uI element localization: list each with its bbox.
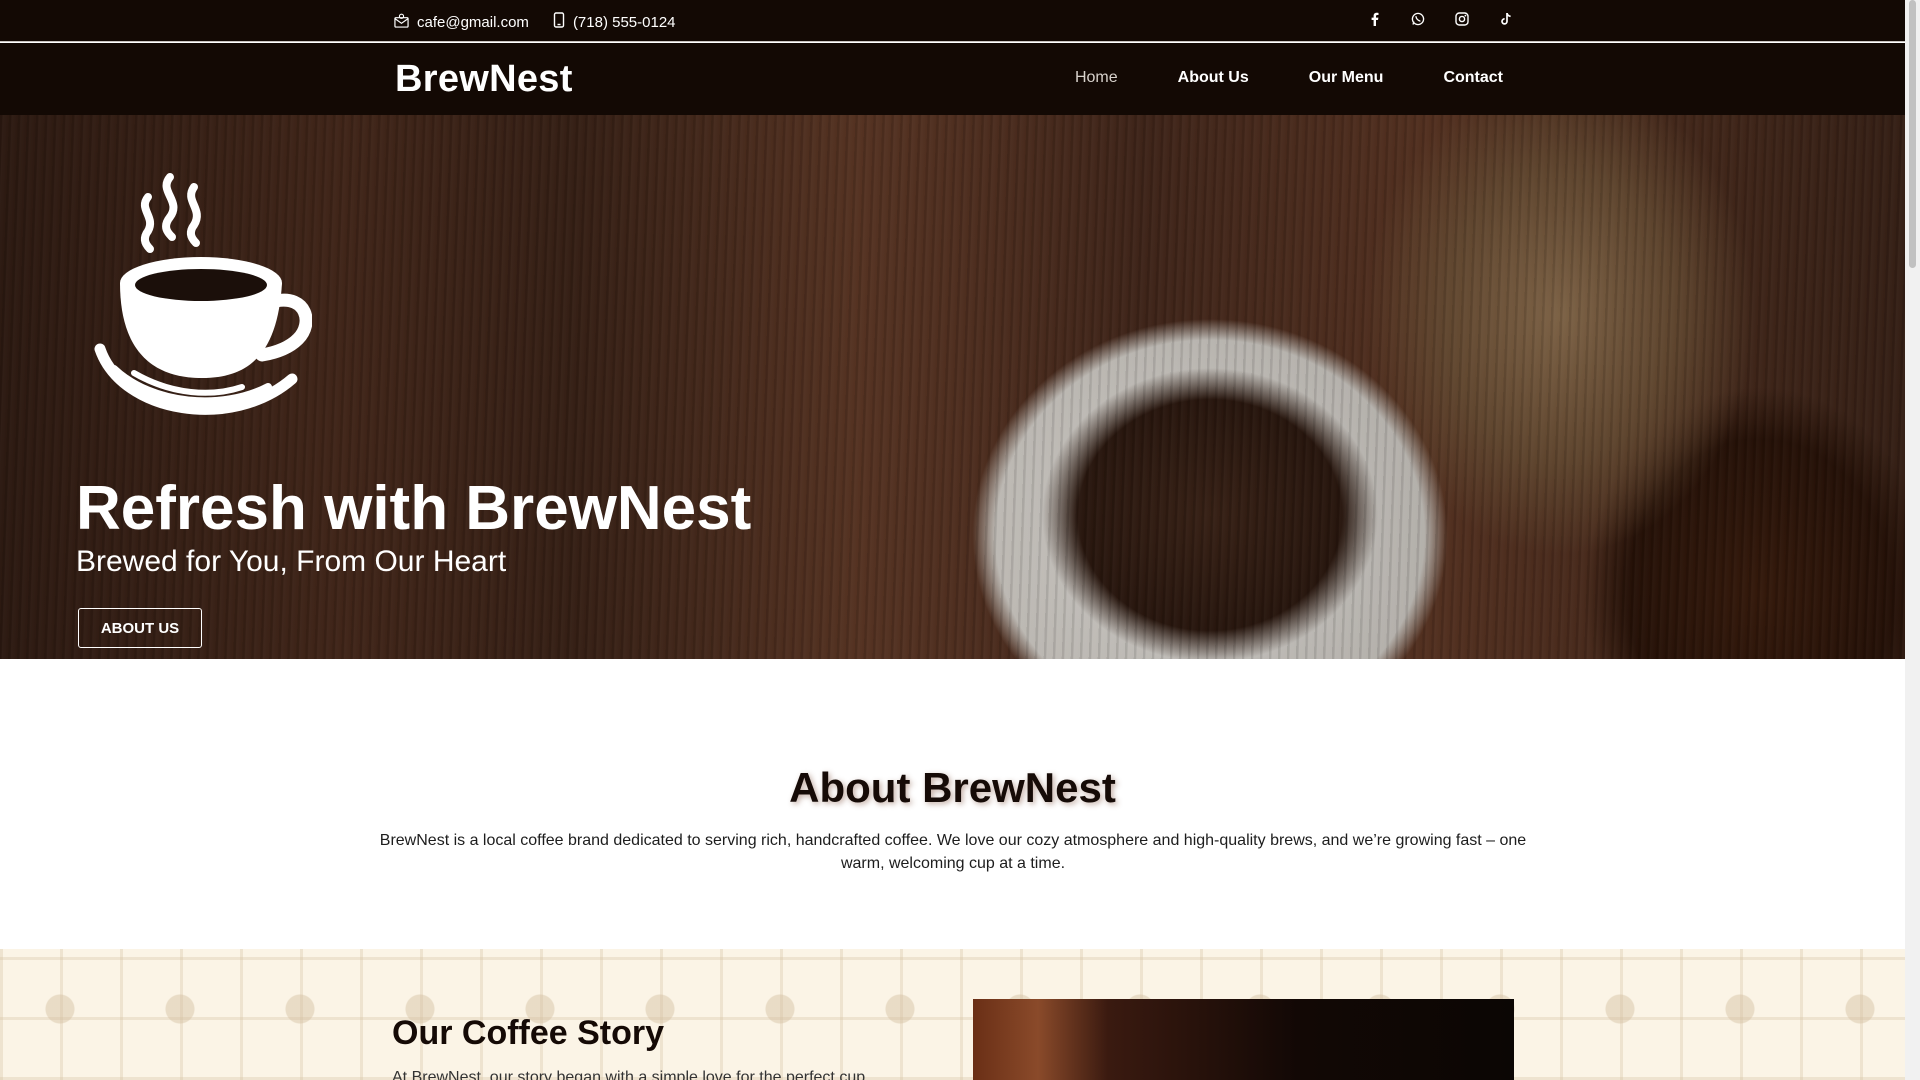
whatsapp-icon[interactable] (1410, 11, 1426, 27)
tiktok-icon[interactable] (1498, 11, 1514, 27)
page: cafe@gmail.com (718) 555-0124 BrewNest H… (0, 0, 1920, 1080)
nav-item-about-us[interactable]: About Us (1178, 69, 1249, 87)
contact-info: cafe@gmail.com (718) 555-0124 (394, 12, 676, 32)
nav-item-contact[interactable]: Contact (1443, 69, 1503, 87)
about-description: BrewNest is a local coffee brand dedicat… (379, 832, 1527, 872)
story-title: Our Coffee Story (392, 1014, 665, 1052)
top-contact-bar: cafe@gmail.com (718) 555-0124 (0, 0, 1905, 42)
facebook-icon[interactable] (1366, 11, 1382, 27)
email-icon (394, 13, 409, 32)
email-contact[interactable]: cafe@gmail.com (394, 13, 529, 32)
about-section: About BrewNest BrewNest is a local coffe… (0, 659, 1905, 949)
coffee-story-section: Our Coffee Story At BrewNest, our story … (0, 949, 1905, 1080)
nav-menu: Home About Us Our Menu Contact (1075, 69, 1503, 87)
social-links (1366, 11, 1514, 27)
hero-banner: Refresh with BrewNest Brewed for You, Fr… (0, 115, 1905, 659)
phone-icon (553, 12, 565, 32)
main-navbar: BrewNest Home About Us Our Menu Contact (0, 43, 1905, 115)
nav-item-our-menu[interactable]: Our Menu (1309, 69, 1384, 87)
email-text: cafe@gmail.com (417, 13, 529, 31)
nav-item-home[interactable]: Home (1075, 69, 1118, 87)
hero-title: Refresh with BrewNest (76, 474, 752, 543)
instagram-icon[interactable] (1454, 11, 1470, 27)
phone-text: (718) 555-0124 (572, 13, 676, 31)
phone-contact[interactable]: (718) 555-0124 (553, 12, 676, 32)
story-image (973, 999, 1514, 1080)
story-text: At BrewNest, our story began with a simp… (392, 1069, 866, 1080)
about-title: About BrewNest (789, 764, 1116, 811)
page-scrollbar[interactable] (1905, 0, 1920, 1080)
hero-subtitle: Brewed for You, From Our Heart (76, 545, 507, 578)
coffee-cup-icon (94, 173, 312, 415)
brand-logo[interactable]: BrewNest (395, 58, 573, 101)
about-us-button[interactable]: ABOUT US (78, 608, 202, 648)
scrollbar-thumb[interactable] (1909, 0, 1916, 268)
